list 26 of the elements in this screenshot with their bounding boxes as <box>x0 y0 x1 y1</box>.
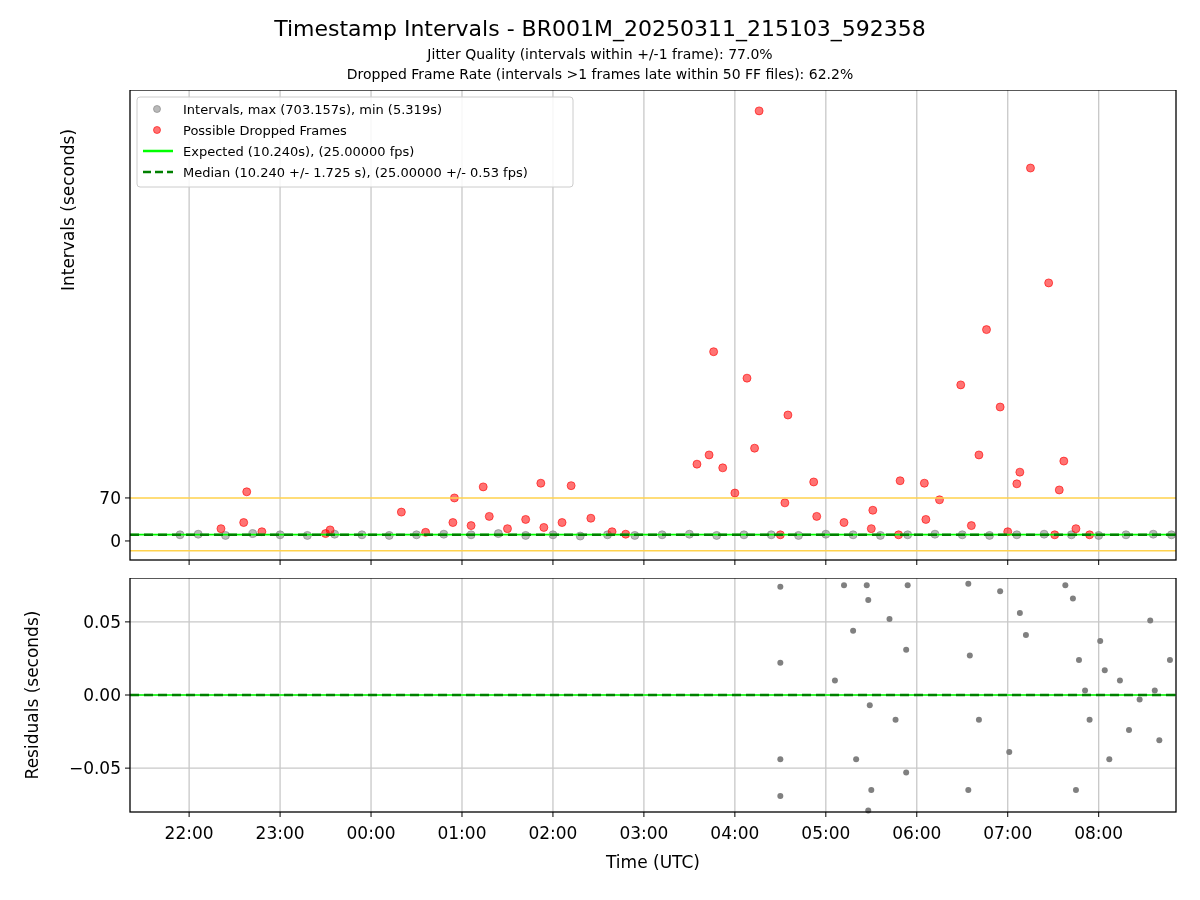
tick-label: 0.00 <box>83 685 121 705</box>
tick-label: 00:00 <box>346 823 396 843</box>
chart-subtitle: Jitter Quality (intervals within +/-1 frame): 77.0% <box>427 45 773 64</box>
tick-label: 0 <box>110 530 121 551</box>
tick-label: 08:00 <box>1074 823 1124 843</box>
axis-title: Intervals (seconds) <box>58 128 78 292</box>
tick-label: 0.05 <box>83 611 121 632</box>
legend-label: Expected (10.240s), (25.00000 fps) <box>183 144 415 159</box>
legend-label: Intervals, max (703.157s), min (5.319s) <box>183 102 442 117</box>
tick-label: −0.05 <box>68 758 121 779</box>
tick-label: 22:00 <box>164 823 214 843</box>
tick-label: 02:00 <box>528 823 578 843</box>
tick-label: 04:00 <box>710 823 760 843</box>
tick-label: 23:00 <box>255 823 305 843</box>
tick-label: 01:00 <box>437 823 487 843</box>
axis-title: Time (UTC) <box>606 852 700 872</box>
tick-label: 06:00 <box>892 823 942 843</box>
legend-label: Possible Dropped Frames <box>183 123 347 138</box>
tick-label: 03:00 <box>619 823 669 843</box>
legend-label: Median (10.240 +/- 1.725 s), (25.00000 +/- 0.53 fps) <box>183 165 528 180</box>
tick-label: 70 <box>99 487 121 508</box>
chart-title: Timestamp Intervals - BR001M_20250311_215103_592358 <box>274 15 926 44</box>
tick-label: 05:00 <box>801 823 851 843</box>
axis-title: Residuals (seconds) <box>22 610 42 780</box>
tick-label: 07:00 <box>983 823 1033 843</box>
chart-subtitle: Dropped Frame Rate (intervals >1 frames late within 50 FF files): 62.2% <box>346 65 854 84</box>
